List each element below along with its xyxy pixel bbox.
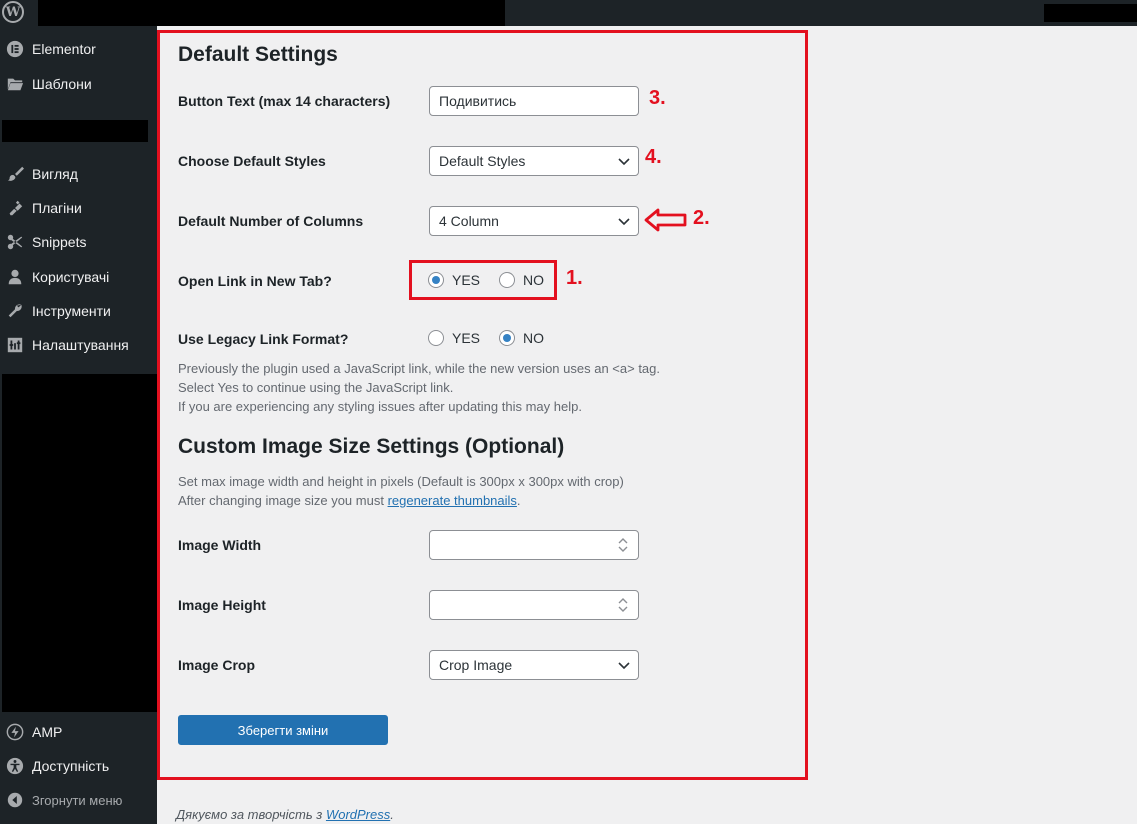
- columns-value: 4 Column: [439, 213, 499, 229]
- footer-text: .: [390, 807, 394, 822]
- legacy-radio-group: YES NO: [428, 330, 563, 346]
- default-styles-select[interactable]: Default Styles: [429, 146, 639, 176]
- button-text-label: Button Text (max 14 characters): [178, 93, 391, 109]
- user-icon: [5, 267, 25, 287]
- annotation-4: 4.: [645, 146, 662, 168]
- sidebar-item-label: Шаблони: [32, 76, 92, 92]
- custom-desc-text: After changing image size you must: [178, 493, 388, 508]
- sidebar-item-accessibility[interactable]: Доступність: [0, 749, 157, 783]
- sidebar-item-label: Плагіни: [32, 200, 82, 216]
- button-text-value: Подивитись: [439, 93, 517, 109]
- new-tab-no-radio[interactable]: [499, 272, 516, 288]
- annotation-3: 3.: [649, 87, 666, 109]
- sidebar-item-amp[interactable]: AMP: [0, 715, 157, 749]
- redacted-region: [2, 120, 148, 142]
- number-spinner-icon[interactable]: [618, 537, 628, 553]
- redacted-region: [2, 374, 157, 712]
- radio-label: NO: [523, 272, 545, 288]
- sidebar-item-label: AMP: [32, 724, 63, 740]
- footer-text: Дякуємо за творчість з: [176, 807, 326, 822]
- new-tab-radio-group: YES NO: [428, 272, 563, 288]
- button-text-input[interactable]: Подивитись: [429, 86, 639, 116]
- chevron-down-icon: [618, 662, 630, 670]
- admin-sidebar: Elementor Шаблони Вигляд Плагіни Snippet…: [0, 26, 157, 824]
- page-title: Default Settings: [178, 43, 338, 66]
- custom-desc-line: After changing image size you must regen…: [178, 491, 624, 510]
- section-title: Custom Image Size Settings (Optional): [178, 435, 565, 458]
- annotation-arrow-icon: [644, 208, 687, 232]
- custom-desc-text: .: [516, 493, 521, 508]
- number-spinner-icon[interactable]: [618, 597, 628, 613]
- default-styles-value: Default Styles: [439, 153, 526, 169]
- footer-credit: Дякуємо за творчість з WordPress.: [176, 807, 394, 822]
- image-height-input[interactable]: [429, 590, 639, 620]
- legacy-desc-line: Previously the plugin used a JavaScript …: [178, 361, 660, 376]
- chevron-down-icon: [618, 218, 630, 226]
- image-crop-select[interactable]: Crop Image: [429, 650, 639, 680]
- sidebar-item-label: Snippets: [32, 234, 87, 250]
- folder-icon: [5, 74, 25, 94]
- columns-select[interactable]: 4 Column: [429, 206, 639, 236]
- sidebar-item-label: Доступність: [32, 758, 110, 774]
- elementor-icon: [5, 39, 25, 59]
- sidebar-item-appearance[interactable]: Вигляд: [0, 157, 157, 191]
- wrench-icon: [5, 301, 25, 321]
- sidebar-item-users[interactable]: Користувачі: [0, 260, 157, 294]
- annotation-2: 2.: [693, 207, 710, 229]
- sidebar-item-label: Інструменти: [32, 303, 111, 319]
- sidebar-item-label: Користувачі: [32, 269, 110, 285]
- plugin-icon: [5, 198, 25, 218]
- wordpress-link[interactable]: WordPress: [326, 807, 390, 822]
- custom-desc-line: Set max image width and height in pixels…: [178, 474, 624, 489]
- legacy-desc-line: If you are experiencing any styling issu…: [178, 399, 582, 414]
- sidebar-item-tools[interactable]: Інструменти: [0, 294, 157, 328]
- image-height-label: Image Height: [178, 597, 266, 613]
- redacted-region: [38, 0, 505, 26]
- radio-label: YES: [452, 272, 481, 288]
- save-button[interactable]: Зберегти зміни: [178, 715, 388, 745]
- accessibility-icon: [5, 756, 25, 776]
- settings-icon: [5, 335, 25, 355]
- paintbrush-icon: [5, 164, 25, 184]
- sidebar-item-label: Вигляд: [32, 166, 78, 182]
- sidebar-item-snippets[interactable]: Snippets: [0, 225, 157, 259]
- default-styles-label: Choose Default Styles: [178, 153, 326, 169]
- image-crop-label: Image Crop: [178, 657, 256, 673]
- sidebar-item-elementor[interactable]: Elementor: [0, 32, 157, 66]
- collapse-arrow-icon: [5, 790, 25, 810]
- sidebar-item-plugins[interactable]: Плагіни: [0, 191, 157, 225]
- legacy-label: Use Legacy Link Format?: [178, 331, 349, 347]
- admin-bar: W: [0, 0, 1137, 26]
- collapse-menu-label: Згорнути меню: [32, 792, 123, 808]
- sidebar-item-label: Налаштування: [32, 337, 129, 353]
- annotation-1: 1.: [566, 267, 583, 289]
- columns-label: Default Number of Columns: [178, 213, 364, 229]
- legacy-description: Previously the plugin used a JavaScript …: [178, 359, 660, 416]
- image-crop-value: Crop Image: [439, 657, 513, 673]
- radio-label: YES: [452, 330, 481, 346]
- chevron-down-icon: [618, 158, 630, 166]
- image-width-input[interactable]: [429, 530, 639, 560]
- legacy-yes-radio[interactable]: [428, 330, 444, 346]
- sidebar-item-label: Elementor: [32, 41, 96, 57]
- custom-description: Set max image width and height in pixels…: [178, 472, 624, 510]
- image-width-label: Image Width: [178, 537, 262, 553]
- sidebar-item-settings[interactable]: Налаштування: [0, 328, 157, 362]
- scissors-icon: [5, 232, 25, 252]
- legacy-desc-line: Select Yes to continue using the JavaScr…: [178, 380, 454, 395]
- radio-label: NO: [523, 330, 545, 346]
- legacy-no-radio[interactable]: [499, 330, 516, 346]
- new-tab-label: Open Link in New Tab?: [178, 273, 332, 289]
- amp-icon: [5, 722, 25, 742]
- wordpress-logo-icon[interactable]: W: [2, 1, 24, 23]
- collapse-menu-button[interactable]: Згорнути меню: [0, 783, 157, 817]
- new-tab-yes-radio[interactable]: [428, 272, 444, 288]
- sidebar-item-templates[interactable]: Шаблони: [0, 67, 157, 101]
- redacted-region: [1044, 4, 1137, 22]
- regenerate-thumbnails-link[interactable]: regenerate thumbnails: [388, 493, 517, 508]
